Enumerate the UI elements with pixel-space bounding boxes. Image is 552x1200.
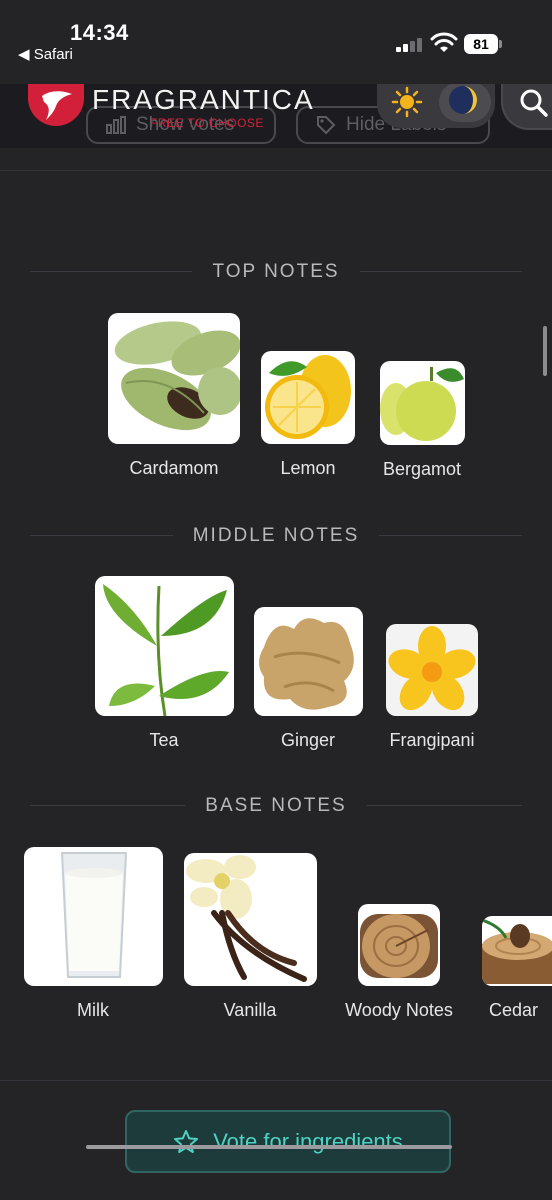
logo-text[interactable]: FRAGRANTICA	[92, 84, 315, 116]
battery-level: 81	[464, 34, 498, 54]
vote-button-label: Vote for ingredients	[213, 1128, 403, 1154]
note-tea[interactable]: Tea	[84, 576, 244, 751]
note-label: Cedar	[489, 1000, 539, 1020]
dark-mode-active	[439, 82, 491, 122]
note-label: Ginger	[280, 730, 336, 750]
note-milk[interactable]: Milk	[12, 847, 174, 1021]
lemon-image	[261, 351, 355, 444]
vote-for-ingredients-button[interactable]: Vote for ingredients	[125, 1110, 451, 1173]
vanilla-image	[183, 853, 317, 986]
search-button[interactable]	[501, 84, 552, 130]
note-lemon[interactable]: Lemon	[248, 351, 368, 479]
divider	[0, 1080, 552, 1081]
note-label: Frangipani	[389, 730, 475, 750]
status-time: 14:34	[70, 20, 129, 45]
moon-icon[interactable]	[447, 84, 479, 116]
scrollbar[interactable]	[543, 326, 547, 376]
ginger-image	[253, 607, 363, 716]
logo-tagline: FREE TO CHOOSE	[150, 116, 264, 130]
home-indicator[interactable]	[86, 1145, 452, 1149]
note-ginger[interactable]: Ginger	[247, 607, 369, 751]
bar-chart-icon	[106, 116, 126, 134]
note-label: Lemon	[280, 458, 336, 478]
wifi-icon	[430, 32, 458, 52]
tag-icon	[317, 116, 336, 135]
bergamot-image	[379, 361, 465, 445]
note-frangipani[interactable]: Frangipani	[371, 624, 493, 751]
note-label: Tea	[149, 730, 179, 750]
milk-glass-image	[23, 847, 163, 986]
star-icon	[174, 1129, 199, 1153]
section-title-base-notes: BASE NOTES	[0, 795, 552, 817]
divider	[0, 170, 552, 171]
note-label: Milk	[77, 1000, 109, 1020]
back-to-safari-link[interactable]: ◀ Safari	[18, 45, 73, 63]
tea-leaves-image	[94, 576, 234, 716]
note-cardamom[interactable]: Cardamom	[94, 313, 254, 479]
battery-icon: 81	[464, 34, 502, 54]
site-header: Show votes Hide Labels FRAGRANTICA FREE …	[0, 82, 552, 148]
note-bergamot[interactable]: Bergamot	[362, 361, 482, 480]
wood-log-image	[358, 904, 440, 986]
note-vanilla[interactable]: Vanilla	[170, 853, 330, 1021]
frangipani-image	[386, 624, 478, 716]
cardamom-image	[108, 313, 240, 444]
cellular-signal-icon	[396, 36, 426, 52]
theme-toggle[interactable]	[377, 82, 495, 128]
note-label: Woody Notes	[345, 1000, 453, 1020]
search-icon	[520, 89, 548, 117]
note-cedar[interactable]: Cedar	[482, 916, 552, 1021]
section-title-middle-notes: MIDDLE NOTES	[0, 525, 552, 547]
note-label: Bergamot	[382, 459, 462, 479]
note-label: Vanilla	[223, 1000, 277, 1020]
status-bar: 14:34 ◀ Safari 81	[0, 0, 552, 84]
section-title-top-notes: TOP NOTES	[0, 261, 552, 283]
fragrantica-logo-icon[interactable]	[28, 84, 84, 128]
cedar-image	[482, 916, 552, 986]
note-woody-notes[interactable]: Woody Notes	[332, 904, 466, 1021]
note-label: Cardamom	[129, 458, 219, 478]
sun-icon[interactable]	[391, 86, 423, 118]
